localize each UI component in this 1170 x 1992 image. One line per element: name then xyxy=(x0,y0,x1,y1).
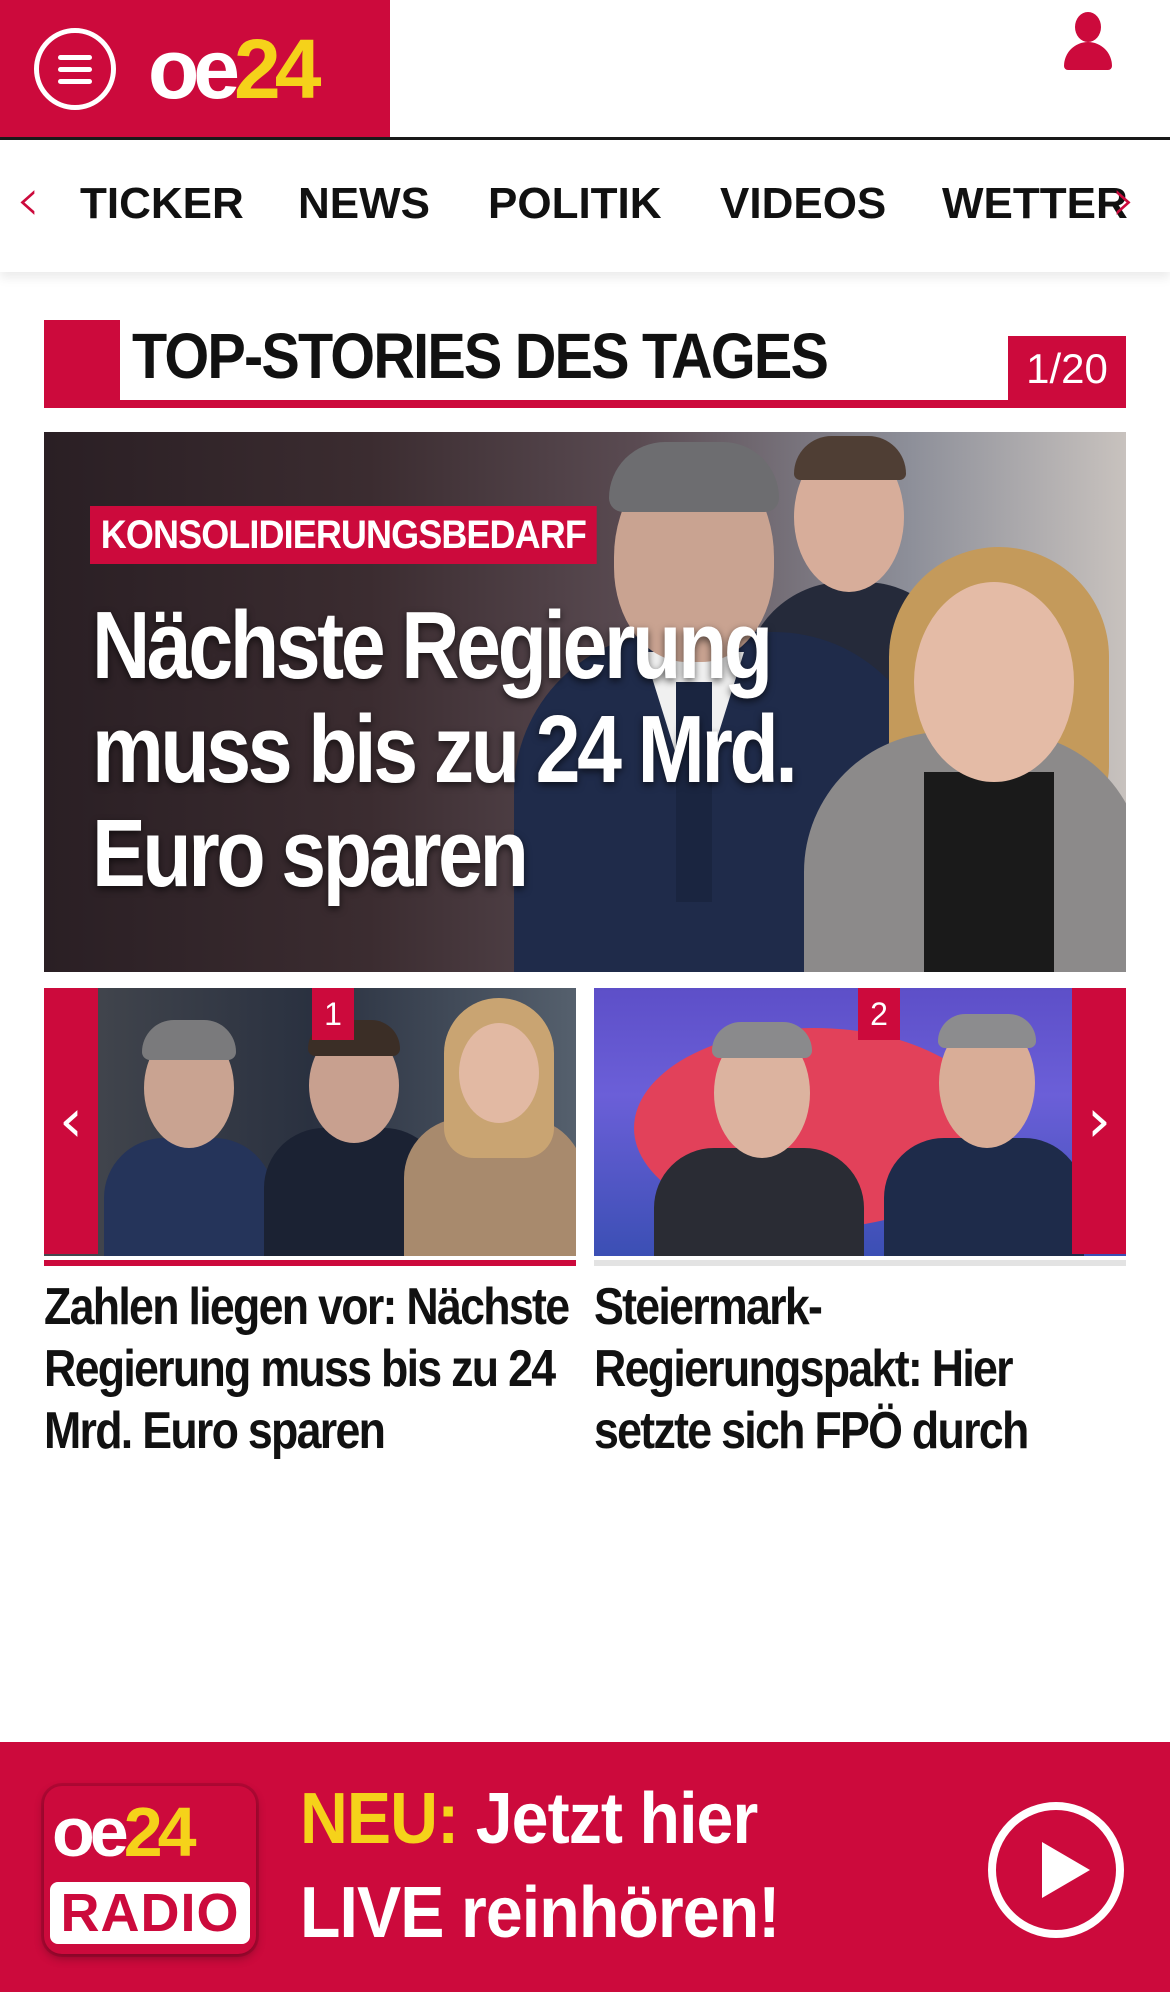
nav-item-ticker[interactable]: TICKER xyxy=(80,178,244,230)
section-title: TOP-STORIES DES TAGES xyxy=(132,320,829,392)
slider-prev-icon[interactable]: ‹ xyxy=(44,988,98,1254)
story-rank-badge: 2 xyxy=(858,988,900,1040)
hero-kicker-tag: KONSOLIDIERUNGSBEDARF xyxy=(90,506,597,564)
radio-cta-text: NEU: Jetzt hier LIVE reinhören! xyxy=(300,1779,780,1953)
brand-block: oe24 xyxy=(0,0,390,137)
nav-item-wetter[interactable]: WETTER xyxy=(942,178,1128,230)
hero-headline[interactable]: Nächste Regierung muss bis zu 24 Mrd. Eu… xyxy=(92,594,848,906)
radio-banner[interactable]: oe24 RADIO NEU: Jetzt hier LIVE reinhöre… xyxy=(0,1742,1170,1992)
active-indicator xyxy=(44,1260,576,1266)
category-nav: ‹ TICKER NEWS POLITIK VIDEOS WETTER › xyxy=(0,140,1170,272)
hamburger-menu-icon[interactable] xyxy=(34,28,116,110)
nav-item-videos[interactable]: VIDEOS xyxy=(720,178,886,230)
story-counter: 1/20 xyxy=(1008,336,1126,400)
nav-item-news[interactable]: NEWS xyxy=(298,178,430,230)
site-header: oe24 xyxy=(0,0,1170,140)
story-card-title[interactable]: Steiermark-Regierungspakt: Hier setzte s… xyxy=(594,1276,1127,1462)
inactive-indicator xyxy=(594,1260,1126,1266)
site-logo[interactable]: oe24 xyxy=(148,24,322,114)
story-card[interactable]: 1 xyxy=(44,988,576,1268)
user-icon[interactable] xyxy=(1062,12,1114,72)
story-card-image xyxy=(44,988,576,1256)
nav-item-politik[interactable]: POLITIK xyxy=(488,178,662,230)
nav-prev-icon[interactable]: ‹ xyxy=(16,170,40,230)
radio-logo: oe24 RADIO xyxy=(44,1786,256,1954)
story-card-title[interactable]: Zahlen liegen vor: Nächste Regierung mus… xyxy=(44,1276,577,1462)
slider-next-icon[interactable]: › xyxy=(1072,988,1126,1254)
story-card[interactable]: 2 xyxy=(594,988,1126,1268)
story-rank-badge: 1 xyxy=(312,988,354,1040)
hero-story[interactable]: KONSOLIDIERUNGSBEDARF Nächste Regierung … xyxy=(44,432,1126,972)
nav-next-icon[interactable]: › xyxy=(1112,170,1136,230)
radio-logo-label: RADIO xyxy=(50,1882,250,1944)
play-icon[interactable] xyxy=(988,1802,1124,1938)
radio-neu-label: NEU: xyxy=(300,1779,459,1859)
section-accent-block xyxy=(44,320,120,408)
section-underline xyxy=(44,400,1126,408)
